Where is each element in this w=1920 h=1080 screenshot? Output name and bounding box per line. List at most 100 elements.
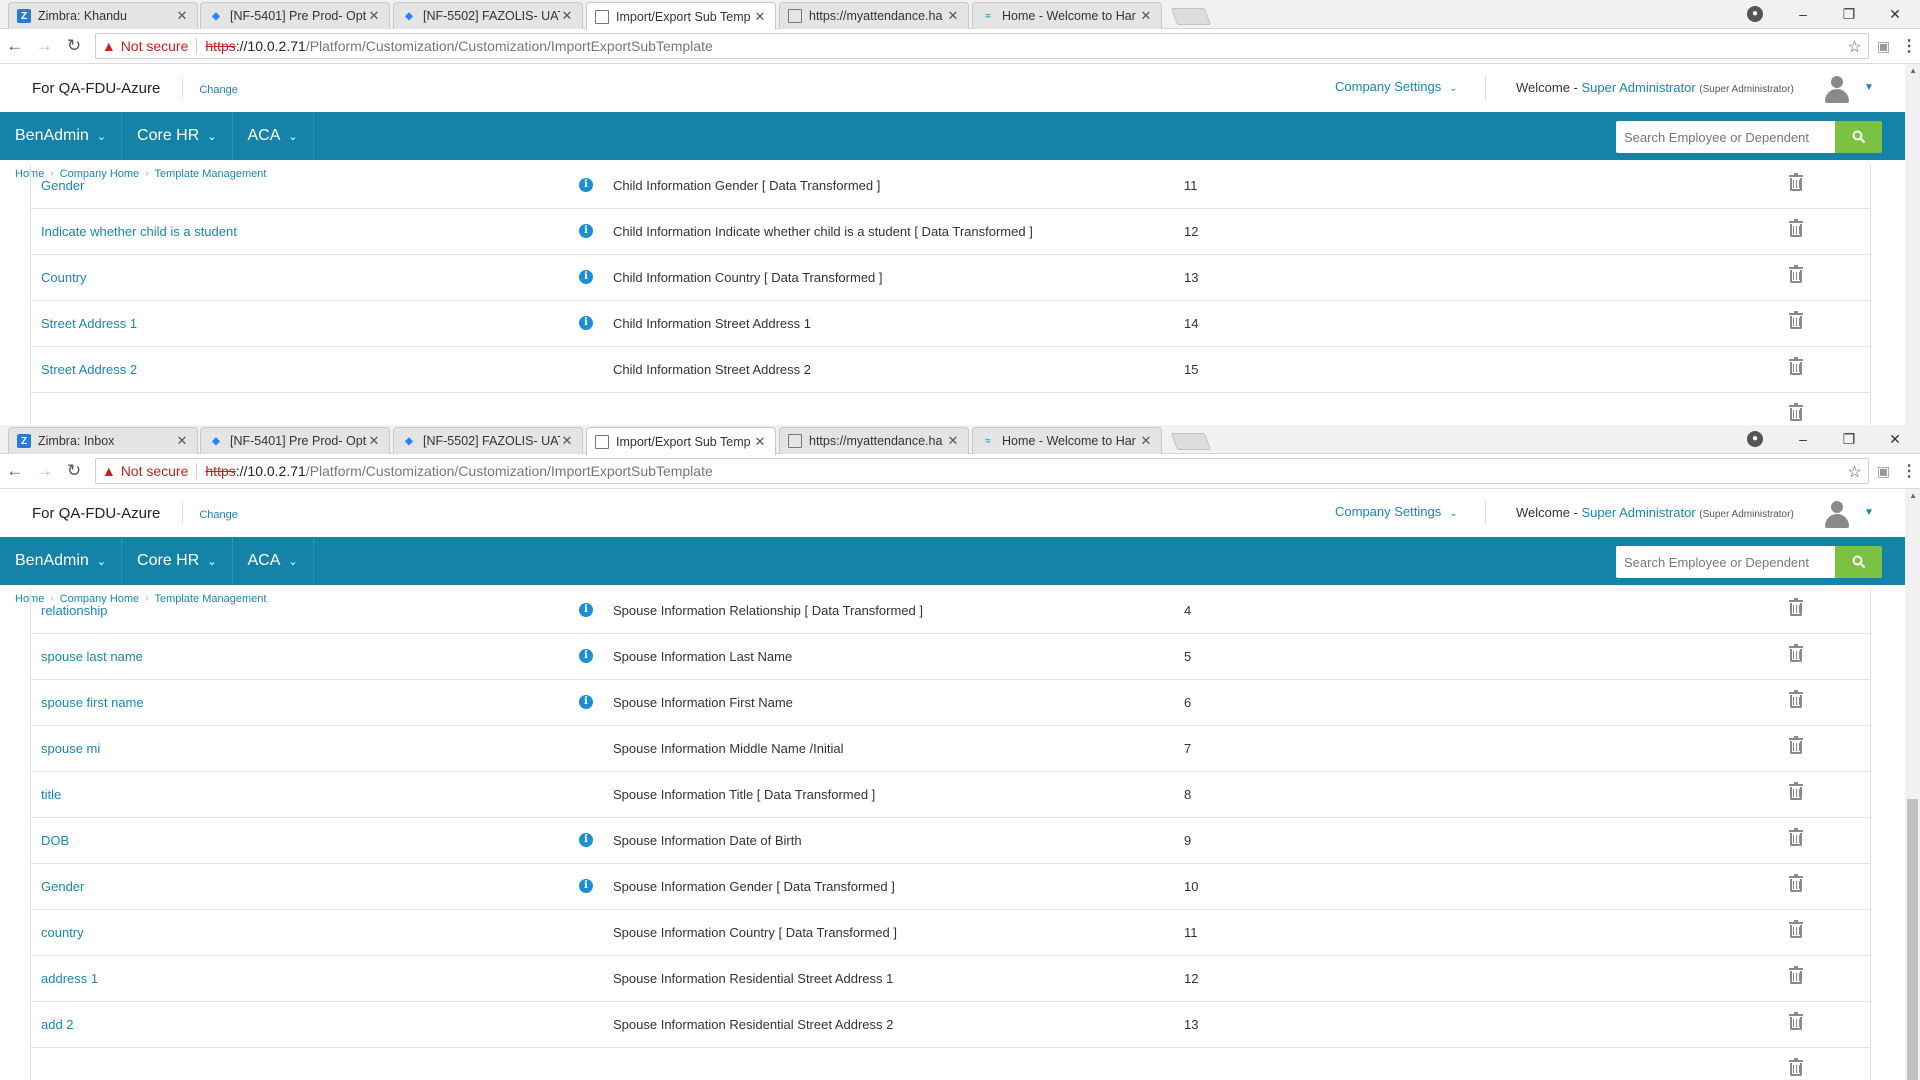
field-name-link[interactable]: Gender [41,178,84,193]
close-window-icon[interactable]: ✕ [1872,6,1918,23]
browser-tab[interactable]: ◆ [NF-5502] FAZOLIS- UAT ✕ [393,427,583,454]
tab-close-icon[interactable]: ✕ [946,433,960,449]
tab-close-icon[interactable]: ✕ [560,433,574,449]
nav-benadmin[interactable]: BenAdmin ⌄ [0,537,123,585]
trash-icon[interactable] [1789,173,1803,192]
back-icon[interactable]: ← [0,461,30,481]
minimize-icon[interactable]: – [1780,6,1826,22]
field-name-link[interactable]: Gender [41,879,84,894]
url-field[interactable]: ▲ Not secure https://10.0.2.71/Platform/… [94,33,1869,59]
forward-icon[interactable]: → [30,461,60,481]
reload-icon[interactable]: ↻ [59,461,89,481]
field-name-link[interactable]: spouse first name [41,695,144,710]
trash-icon[interactable] [1789,403,1803,422]
field-name-link[interactable]: relationship [41,603,108,618]
scrollbar-thumb[interactable] [1907,799,1918,1080]
restore-icon[interactable]: ❐ [1826,6,1872,23]
trash-icon[interactable] [1789,311,1803,330]
info-icon[interactable]: i [579,316,593,330]
bookmark-star-icon[interactable]: ☆ [1847,462,1861,482]
reload-icon[interactable]: ↻ [59,36,89,56]
info-icon[interactable]: i [579,833,593,847]
minimize-icon[interactable]: – [1780,431,1826,447]
vertical-scrollbar[interactable]: ▲ [1905,489,1920,1080]
tab-close-icon[interactable]: ✕ [1139,433,1153,449]
browser-tab[interactable]: Import/Export Sub Temp ✕ [586,427,776,455]
trash-icon[interactable] [1789,1012,1803,1031]
field-name-link[interactable]: DOB [41,833,69,848]
trash-icon[interactable] [1789,920,1803,939]
bookmark-star-icon[interactable]: ☆ [1847,37,1861,57]
nav-aca[interactable]: ACA ⌄ [233,112,314,160]
nav-core-hr[interactable]: Core HR ⌄ [122,112,233,160]
browser-menu-icon[interactable]: ⋮ [1898,461,1920,481]
field-name-link[interactable]: add 2 [41,1017,74,1032]
tab-close-icon[interactable]: ✕ [560,8,574,24]
trash-icon[interactable] [1789,828,1803,847]
tab-close-icon[interactable]: ✕ [946,8,960,24]
scroll-up-icon[interactable]: ▲ [1909,491,1917,500]
tab-close-icon[interactable]: ✕ [175,8,189,24]
profile-icon[interactable]: ● [1747,431,1763,447]
trash-icon[interactable] [1789,1058,1803,1077]
browser-tab[interactable]: ◆ [NF-5502] FAZOLIS- UAT ✕ [393,2,583,29]
search-button[interactable] [1835,546,1882,578]
trash-icon[interactable] [1789,219,1803,238]
search-input[interactable] [1616,546,1835,578]
browser-tab[interactable]: ◆ [NF-5401] Pre Prod- Opt ✕ [200,2,390,29]
profile-icon[interactable]: ● [1747,6,1763,22]
url-field[interactable]: ▲ Not secure https://10.0.2.71/Platform/… [94,458,1869,484]
trash-icon[interactable] [1789,966,1803,985]
trash-icon[interactable] [1789,644,1803,663]
trash-icon[interactable] [1789,265,1803,284]
change-company-link[interactable]: Change [199,509,238,521]
nav-core-hr[interactable]: Core HR ⌄ [122,537,233,585]
new-tab-button[interactable] [1170,433,1212,450]
new-tab-button[interactable] [1170,8,1212,25]
browser-tab[interactable]: Z Zimbra: Khandu ✕ [8,2,198,29]
company-settings-menu[interactable]: Company Settings ⌄ [1335,79,1458,94]
restore-icon[interactable]: ❐ [1826,431,1872,448]
field-name-link[interactable]: Street Address 1 [41,316,137,331]
browser-tab[interactable]: https://myattendance.ha ✕ [779,427,969,454]
tab-close-icon[interactable]: ✕ [367,8,381,24]
tab-close-icon[interactable]: ✕ [175,433,189,449]
field-name-link[interactable]: spouse last name [41,649,143,664]
vertical-scrollbar[interactable]: ▲ [1905,64,1920,425]
info-icon[interactable]: i [579,178,593,192]
info-icon[interactable]: i [579,879,593,893]
trash-icon[interactable] [1789,736,1803,755]
trash-icon[interactable] [1789,874,1803,893]
browser-tab[interactable]: ≈ Home - Welcome to Har ✕ [972,2,1162,29]
field-name-link[interactable]: country [41,925,84,940]
browser-tab[interactable]: ◆ [NF-5401] Pre Prod- Opt ✕ [200,427,390,454]
info-icon[interactable]: i [579,270,593,284]
user-name-link[interactable]: Super Administrator [1582,505,1696,520]
tab-close-icon[interactable]: ✕ [753,9,767,25]
close-window-icon[interactable]: ✕ [1872,431,1918,448]
info-icon[interactable]: i [579,695,593,709]
trash-icon[interactable] [1789,357,1803,376]
trash-icon[interactable] [1789,598,1803,617]
avatar[interactable] [1822,74,1852,104]
search-button[interactable] [1835,121,1882,153]
browser-menu-icon[interactable]: ⋮ [1898,36,1920,56]
browser-tab[interactable]: Z Zimbra: Inbox ✕ [8,427,198,454]
field-name-link[interactable]: spouse mi [41,741,100,756]
info-icon[interactable]: i [579,603,593,617]
extension-icon[interactable]: ▣ [1869,38,1899,55]
browser-tab[interactable]: ≈ Home - Welcome to Har ✕ [972,427,1162,454]
tab-close-icon[interactable]: ✕ [753,434,767,450]
user-name-link[interactable]: Super Administrator [1582,80,1696,95]
trash-icon[interactable] [1789,782,1803,801]
browser-tab[interactable]: https://myattendance.ha ✕ [779,2,969,29]
field-name-link[interactable]: title [41,787,61,802]
info-icon[interactable]: i [579,224,593,238]
company-settings-menu[interactable]: Company Settings ⌄ [1335,504,1458,519]
tab-close-icon[interactable]: ✕ [367,433,381,449]
change-company-link[interactable]: Change [199,84,238,96]
caret-down-icon[interactable]: ▼ [1864,507,1874,518]
nav-benadmin[interactable]: BenAdmin ⌄ [0,112,123,160]
tab-close-icon[interactable]: ✕ [1139,8,1153,24]
field-name-link[interactable]: Country [41,270,87,285]
